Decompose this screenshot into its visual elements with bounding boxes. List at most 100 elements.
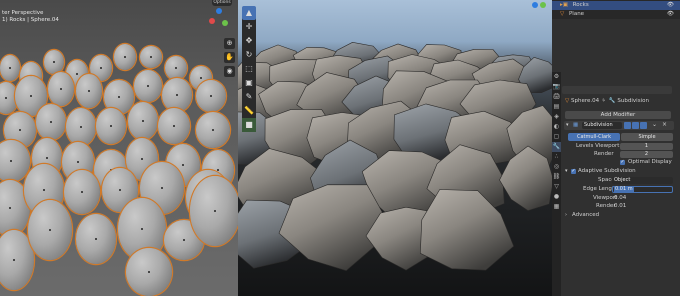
move-tool[interactable]: ✥ xyxy=(242,34,256,48)
modifier-name-field[interactable]: Subdivision xyxy=(582,122,622,129)
optimal-display-label: Optimal Display xyxy=(628,159,672,165)
render-levels-field[interactable]: 2 xyxy=(620,151,673,158)
toolbar: ▲ ✛ ✥ ↻ ⬚ ▣ ✎ 📏 ■ xyxy=(242,6,256,132)
sphere-object[interactable] xyxy=(96,108,126,144)
data-tab-icon[interactable]: ▽ xyxy=(552,182,561,192)
visibility-eye-icon[interactable]: 👁 xyxy=(667,1,674,10)
outliner-row-plane[interactable]: ▽ Plane 👁 xyxy=(552,10,680,19)
tab-catmull-clark[interactable]: Catmull-Clark xyxy=(568,133,620,141)
levels-viewport-field[interactable]: 1 xyxy=(620,143,673,150)
object-tab-icon[interactable]: ▢ xyxy=(552,132,561,142)
adaptive-subdivision-checkbox[interactable]: ✓ xyxy=(571,169,576,174)
subdivision-icon: ▦ xyxy=(573,122,579,128)
chevron-down-icon[interactable]: ▾ xyxy=(565,168,568,174)
view-layer-tab-icon[interactable]: ▤ xyxy=(552,102,561,112)
visibility-eye-icon[interactable]: 👁 xyxy=(667,10,674,19)
edge-length-field[interactable]: 0.01 m xyxy=(612,186,673,193)
wrench-icon: 🔧 xyxy=(608,98,616,104)
render-tab-icon[interactable]: 📷 xyxy=(552,82,561,92)
scale-tool[interactable]: ⬚ xyxy=(242,62,256,76)
gizmo-x-axis[interactable] xyxy=(209,18,215,24)
measure-tool[interactable]: 📏 xyxy=(242,104,256,118)
breadcrumb: ▽ Sphere.04 › 🔧 Subdivision xyxy=(565,98,649,104)
gizmo-z-axis[interactable] xyxy=(216,8,222,14)
modifier-tab-icon[interactable]: 🔧 xyxy=(552,142,561,152)
sphere-object[interactable] xyxy=(48,72,74,106)
viewport-perspective-label: ter Perspective xyxy=(2,10,44,16)
sphere-object[interactable] xyxy=(114,44,136,70)
select-cursor-tool[interactable]: ▲ xyxy=(242,6,256,20)
chevron-down-icon[interactable]: ▾ xyxy=(566,122,569,128)
adaptive-subdivision-label: Adaptive Subdivision xyxy=(578,168,636,174)
outliner-row-rocks[interactable]: ▸▣ Rocks 👁 xyxy=(552,1,680,10)
sphere-object[interactable] xyxy=(76,214,116,264)
sphere-object[interactable] xyxy=(165,56,187,80)
rock xyxy=(278,184,385,272)
physics-tab-icon[interactable]: ◎ xyxy=(552,162,561,172)
sphere-object[interactable] xyxy=(190,176,238,246)
sphere-object[interactable] xyxy=(158,108,190,144)
sphere-object[interactable] xyxy=(76,74,102,108)
optimal-display-checkbox[interactable]: ✓ xyxy=(620,160,625,165)
particles-tab-icon[interactable]: ∴ xyxy=(552,152,561,162)
close-icon[interactable]: × xyxy=(662,121,667,128)
sphere-object[interactable] xyxy=(134,70,162,102)
tab-simple[interactable]: Simple xyxy=(621,133,673,141)
modifier-header: ▾ ▦ Subdivision ⌄ × xyxy=(564,121,674,130)
gizmo-z-axis[interactable] xyxy=(532,2,538,8)
material-tab-icon[interactable]: ● xyxy=(552,192,561,202)
rock-pile-render xyxy=(238,41,552,272)
sphere-object[interactable] xyxy=(36,104,66,140)
zoom-icon[interactable]: ⊕ xyxy=(224,38,235,49)
sphere-object[interactable] xyxy=(140,46,162,68)
rotate-tool[interactable]: ↻ xyxy=(242,48,256,62)
tool-tab-icon[interactable]: ⚙ xyxy=(552,72,561,82)
navigation-gizmo[interactable] xyxy=(208,8,230,30)
advanced-section[interactable]: Advanced xyxy=(572,212,599,218)
left-3d-viewport[interactable]: ter Perspective 1) Rocks | Sphere.04 Opt… xyxy=(0,0,238,296)
mesh-object-icon: ▽ xyxy=(560,11,565,17)
gizmo-y-axis[interactable] xyxy=(540,2,546,8)
sphere-object[interactable] xyxy=(0,55,20,81)
sphere-object[interactable] xyxy=(44,50,64,74)
add-cube-tool[interactable]: ■ xyxy=(242,118,256,132)
annotate-tool[interactable]: ✎ xyxy=(242,90,256,104)
properties-tab-bar: ⚙ 📷 🖨 ▤ ◈ ◐ ▢ 🔧 ∴ ◎ ⛓ ▽ ● ▦ xyxy=(552,72,561,296)
gizmo-y-axis[interactable] xyxy=(222,20,228,26)
render-navigation-gizmo[interactable] xyxy=(526,0,548,22)
transform-tool[interactable]: ▣ xyxy=(242,76,256,90)
sphere-object[interactable] xyxy=(196,112,230,148)
pan-icon[interactable]: ✋ xyxy=(224,52,235,63)
constraints-tab-icon[interactable]: ⛓ xyxy=(552,172,561,182)
sphere-object[interactable] xyxy=(28,200,72,260)
sphere-object[interactable] xyxy=(126,248,172,296)
options-button[interactable]: Options xyxy=(212,0,232,6)
render-toggle[interactable] xyxy=(640,122,647,129)
output-tab-icon[interactable]: 🖨 xyxy=(552,92,561,102)
chevron-right-icon[interactable]: › xyxy=(565,212,567,218)
properties-search[interactable]: ⌕ xyxy=(562,86,672,103)
sphere-object[interactable] xyxy=(66,108,96,146)
camera-icon[interactable]: ◉ xyxy=(224,66,235,77)
viewport-toggle[interactable] xyxy=(632,122,639,129)
world-tab-icon[interactable]: ◐ xyxy=(552,122,561,132)
dropdown-icon[interactable]: ⌄ xyxy=(652,121,657,128)
sphere-object[interactable] xyxy=(162,78,192,112)
scene-tab-icon[interactable]: ◈ xyxy=(552,112,561,122)
collection-icon: ▸▣ xyxy=(560,2,568,8)
sphere-object[interactable] xyxy=(128,102,158,140)
texture-tab-icon[interactable]: ▦ xyxy=(552,202,561,212)
sphere-object[interactable] xyxy=(196,80,226,112)
cursor-tool[interactable]: ✛ xyxy=(242,20,256,34)
outliner: ▸▣ Rocks 👁 ▽ Plane 👁 xyxy=(552,0,680,19)
viewport-dicing-value[interactable]: 0.04 xyxy=(614,195,626,201)
space-dropdown[interactable]: Object xyxy=(612,177,673,184)
render-levels-label: Render xyxy=(594,151,614,157)
render-dicing-label: Render xyxy=(596,203,616,209)
mesh-icon: ▽ xyxy=(565,98,570,104)
add-modifier-button[interactable]: Add Modifier xyxy=(565,111,671,119)
render-viewport[interactable]: ▲ ✛ ✥ ↻ ⬚ ▣ ✎ 📏 ■ xyxy=(238,0,552,296)
edit-mode-toggle[interactable] xyxy=(624,122,631,129)
sphere-object[interactable] xyxy=(64,170,100,214)
render-dicing-value[interactable]: 0.01 xyxy=(614,203,626,209)
